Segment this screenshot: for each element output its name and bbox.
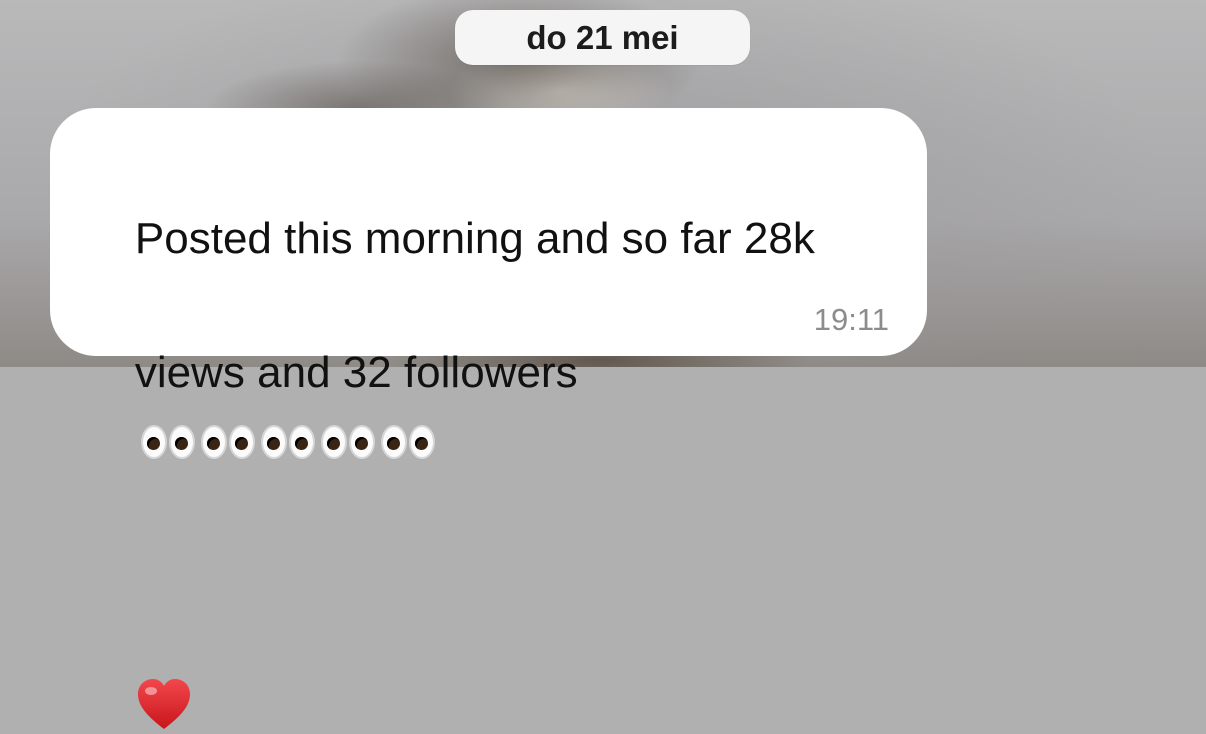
date-label: do 21 mei: [526, 18, 679, 56]
eyes-emoji: [380, 425, 435, 460]
red-heart-emoji: [135, 542, 193, 729]
eyes-emoji: [260, 425, 315, 460]
message-bubble[interactable]: Posted this morning and so far 28k views…: [50, 108, 927, 729]
eyes-emoji: [200, 425, 255, 460]
eyes-emoji-group: [140, 425, 435, 460]
eyes-emoji: [140, 425, 195, 460]
message-text: Posted this morning and so far 28k views…: [86, 138, 887, 729]
message-line-2: views and 32 followers: [134, 348, 578, 397]
date-separator: do 21 mei: [455, 10, 750, 65]
message-timestamp: 19:11: [813, 302, 889, 337]
eyes-emoji: [320, 425, 375, 460]
message-line-1: Posted this morning and so far 28k: [134, 214, 815, 263]
